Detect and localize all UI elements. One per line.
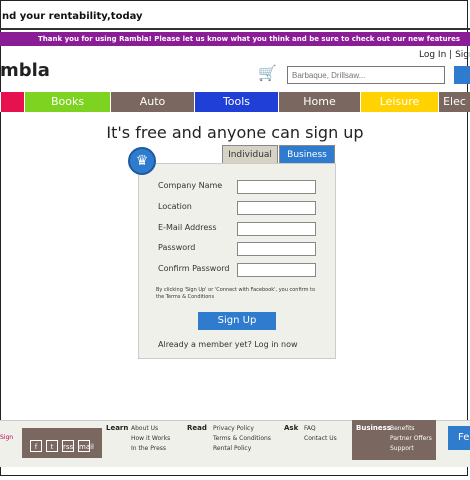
footer-link[interactable]: Support [390,445,414,452]
search-input[interactable] [287,66,445,84]
tab-business[interactable]: Business [279,145,335,163]
location-field[interactable] [237,201,316,215]
field-label: Password [158,243,196,252]
footer-read-heading: Read [187,424,207,432]
field-label: Location [158,202,192,211]
nav-item-0[interactable] [0,92,24,112]
footer-link[interactable]: About Us [131,425,158,432]
footer-business-heading: Business [356,424,391,432]
email-field[interactable] [237,222,316,236]
tab-individual[interactable]: Individual [222,145,278,163]
footer-learn-heading: Learn [106,424,129,432]
cart-icon[interactable]: 🛒 [258,64,277,82]
field-label: Company Name [158,181,223,190]
footer-ask-heading: Ask [284,424,299,432]
browser-title: nd your rentability,today [2,11,143,22]
footer-link[interactable]: Rental Policy [213,445,251,452]
header-links: Log In | Sign [419,50,470,60]
nav-item-books[interactable]: Books [24,92,110,112]
rss-icon[interactable]: rss [62,440,74,452]
nav-item-elec[interactable]: Elec [438,92,470,112]
signup-link[interactable]: Sign [455,50,470,60]
nav-item-auto[interactable]: Auto [110,92,194,112]
footer-sign-link[interactable]: Sign [0,434,13,441]
badge-icon: ♛ [128,147,156,175]
nav-item-leisure[interactable]: Leisure [360,92,438,112]
footer-link[interactable]: How it Works [131,435,170,442]
header-separator: | [449,50,453,60]
feedback-banner: Thank you for using Rambla! Please let u… [0,32,470,46]
tagline: It's free and anyone can sign up [106,123,364,142]
footer-link[interactable]: In the Press [131,445,166,452]
field-label: Confirm Password [158,264,230,273]
password-field[interactable] [237,242,316,256]
footer-link[interactable]: FAQ [304,425,316,432]
mail-icon[interactable]: mail [78,440,94,452]
nav-item-tools[interactable]: Tools [194,92,278,112]
footer-link[interactable]: Partner Offers [390,435,432,442]
terms-text: By clicking 'Sign Up' or 'Connect with F… [156,287,316,300]
signup-button[interactable]: Sign Up [198,312,276,330]
confirm-password-field[interactable] [237,263,316,277]
company-name-field[interactable] [237,180,316,194]
footer-link[interactable]: Contact Us [304,435,337,442]
twitter-icon[interactable]: t [46,440,58,452]
site-logo[interactable]: mbla [0,60,50,81]
login-prompt-link[interactable]: Already a member yet? Log in now [158,340,298,349]
field-label: E-Mail Address [158,223,217,232]
facebook-icon[interactable]: f [30,440,42,452]
footer-link[interactable]: Benefits [390,425,415,432]
footer-link[interactable]: Privacy Policy [213,425,254,432]
category-nav: Books Auto Tools Home Leisure Elec [0,92,470,112]
nav-item-home[interactable]: Home [278,92,360,112]
browser-title-bar: nd your rentability,today [0,0,470,30]
search-button[interactable] [454,66,470,84]
footer-right-button[interactable]: Fe [448,426,470,450]
login-link[interactable]: Log In [419,50,446,60]
footer-link[interactable]: Terms & Conditions [213,435,271,442]
